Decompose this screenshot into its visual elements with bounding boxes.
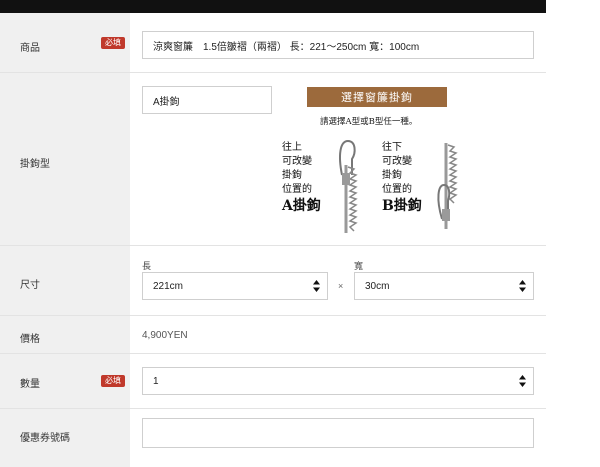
hook-b-line: 往下 (382, 142, 402, 153)
length-select[interactable]: 221cm (142, 272, 328, 300)
size-label: 尺寸 (20, 280, 40, 291)
width-label: 寬 (354, 261, 364, 271)
price-value: 4,900YEN (142, 330, 188, 341)
hook-b-line: 掛鉤 (382, 170, 402, 181)
top-header-bar (0, 0, 546, 13)
size-label-cell: 尺寸 (0, 246, 130, 315)
width-value: 30cm (365, 280, 390, 292)
hook-type-field[interactable]: A掛鉤 (142, 86, 272, 114)
select-arrows-icon (519, 375, 526, 387)
curtain-hook-a-icon (339, 139, 358, 233)
required-badge: 必填 (101, 375, 125, 387)
quantity-row: 數量 必填 1 (0, 354, 546, 409)
hook-type-label: 掛鉤型 (20, 159, 50, 170)
quantity-label-cell: 數量 必填 (0, 354, 130, 408)
product-value: 涼爽窗簾 1.5倍皺褶（兩褶） 長：221～250cm 寬：100cm (153, 41, 420, 53)
coupon-label: 優惠券號碼 (20, 433, 70, 444)
hook-a-line: 可改變 (282, 156, 312, 167)
hook-a-caption: 往上 可改變 掛鉤 位置的 A掛鉤 (282, 141, 321, 213)
hook-guide-title: 選擇窗簾掛鉤 (307, 87, 447, 107)
times-symbol: × (338, 281, 344, 291)
product-options-form: 商品 必填 涼爽窗簾 1.5倍皺褶（兩褶） 長：221～250cm 寬：100c… (0, 13, 546, 467)
quantity-select[interactable]: 1 (142, 367, 534, 395)
size-row: 尺寸 長 221cm × 寬 30cm (0, 246, 546, 316)
product-label: 商品 (20, 43, 40, 54)
length-label: 長 (142, 261, 152, 271)
hook-a-line: 掛鉤 (282, 170, 302, 181)
coupon-code-input[interactable] (142, 418, 534, 448)
hook-label-cell: 掛鉤型 (0, 73, 130, 245)
hook-b-line: 位置的 (382, 184, 412, 195)
price-label-cell: 價格 (0, 316, 130, 353)
hook-guide-subtitle: 請選擇A型或B型任一種。 (320, 117, 418, 127)
length-value: 221cm (153, 280, 184, 292)
select-arrows-icon (313, 280, 320, 292)
product-field[interactable]: 涼爽窗簾 1.5倍皺褶（兩褶） 長：221～250cm 寬：100cm (142, 31, 534, 59)
hook-type-value: A掛鉤 (153, 96, 180, 108)
price-label: 價格 (20, 334, 40, 345)
select-arrows-icon (519, 280, 526, 292)
hook-b-line: 可改變 (382, 156, 412, 167)
width-select[interactable]: 30cm (354, 272, 534, 300)
hook-b-name: B掛鉤 (382, 198, 422, 214)
product-label-cell: 商品 必填 (0, 13, 130, 72)
hook-a-line: 往上 (282, 142, 302, 153)
hook-b-caption: 往下 可改變 掛鉤 位置的 B掛鉤 (382, 141, 422, 213)
product-row: 商品 必填 涼爽窗簾 1.5倍皺褶（兩褶） 長：221～250cm 寬：100c… (0, 13, 546, 73)
hook-a-line: 位置的 (282, 184, 312, 195)
coupon-label-cell: 優惠券號碼 (0, 409, 130, 467)
price-row: 價格 4,900YEN (0, 316, 546, 354)
curtain-hook-b-icon (437, 143, 458, 229)
required-badge: 必填 (101, 36, 125, 49)
hook-a-name: A掛鉤 (282, 198, 321, 214)
quantity-value: 1 (153, 375, 159, 387)
coupon-row: 優惠券號碼 (0, 409, 546, 467)
hook-type-row: 掛鉤型 A掛鉤 選擇窗簾掛鉤 請選擇A型或B型任一種。 往上 可改變 掛鉤 位置… (0, 73, 546, 246)
quantity-label: 數量 (20, 379, 40, 390)
